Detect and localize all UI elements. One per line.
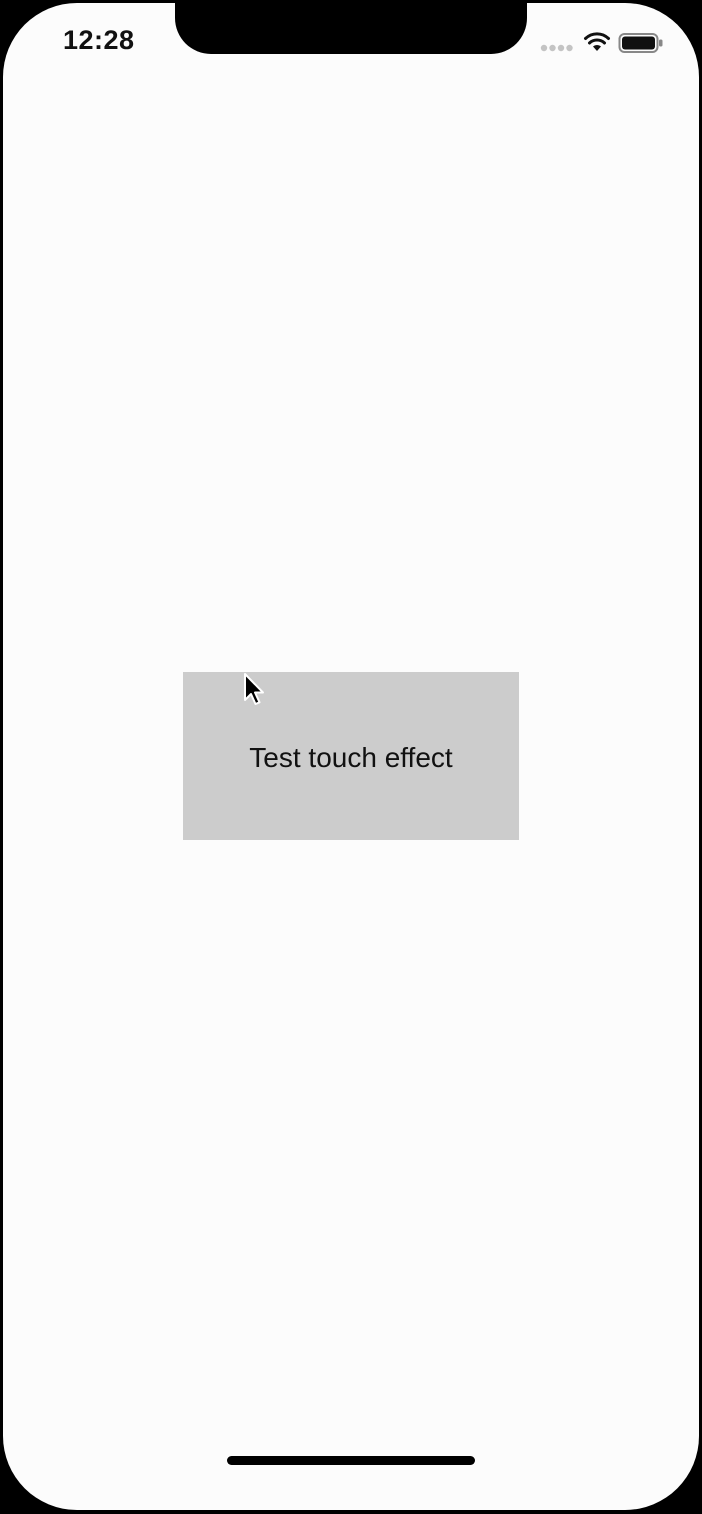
cellular-signal-icon — [540, 44, 573, 52]
test-touch-effect-button[interactable]: Test touch effect — [183, 672, 519, 840]
status-bar-time: 12:28 — [63, 25, 135, 55]
mouse-pointer-icon — [244, 673, 264, 705]
test-touch-effect-label: Test touch effect — [249, 742, 453, 773]
app-screen: 12:28 Test touch effect — [3, 3, 699, 1510]
home-indicator[interactable] — [227, 1456, 475, 1465]
device-frame: 12:28 Test touch effect — [0, 0, 702, 1514]
wifi-icon — [584, 32, 610, 51]
device-notch — [175, 3, 527, 54]
battery-icon — [618, 33, 663, 53]
